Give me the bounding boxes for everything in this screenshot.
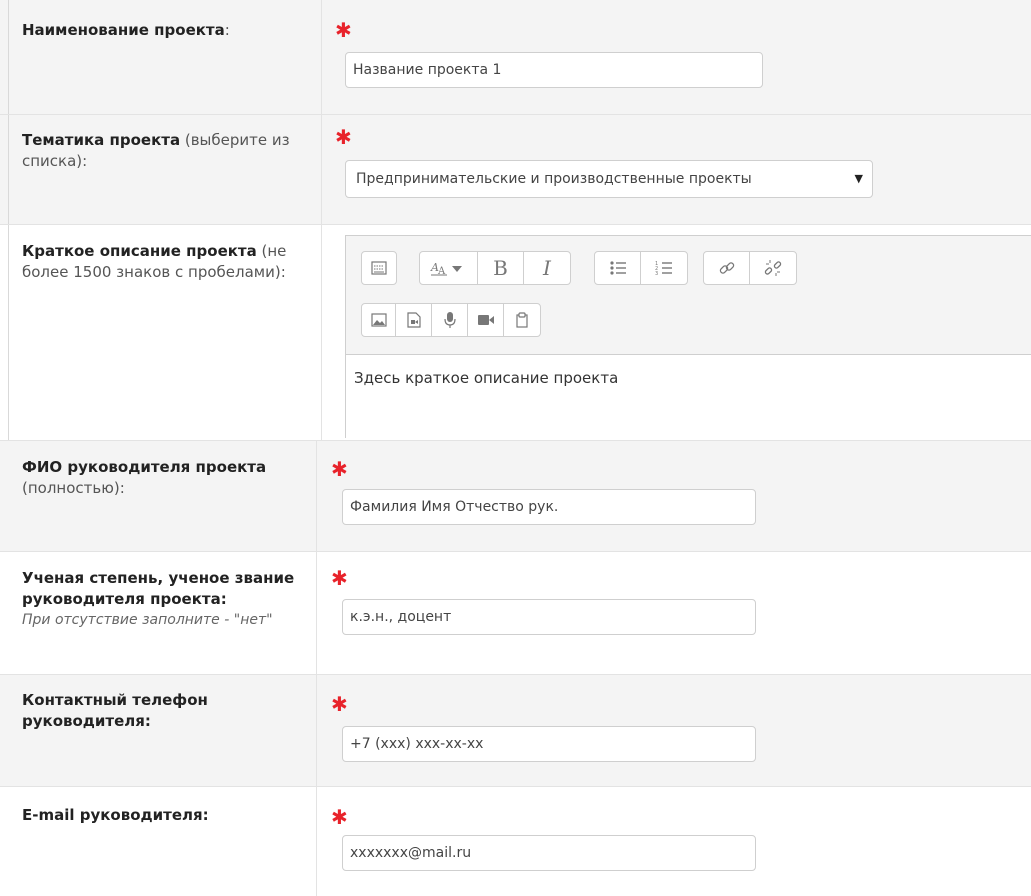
- required-icon: ✱: [335, 125, 352, 149]
- project-description-label-bold: Краткое описание проекта: [22, 242, 257, 260]
- project-topic-select[interactable]: Предпринимательские и производственные п…: [345, 160, 873, 198]
- project-topic-label-bold: Тематика проекта: [22, 131, 181, 149]
- project-name-input[interactable]: Название проекта 1: [345, 52, 763, 88]
- bold-icon: B: [493, 256, 508, 280]
- toolbar-group-links: [703, 251, 797, 285]
- toolbar-group-media: [361, 303, 541, 337]
- project-topic-label: Тематика проекта (выберите из списка):: [22, 130, 302, 172]
- link-icon[interactable]: [704, 252, 750, 284]
- required-icon: ✱: [331, 805, 348, 829]
- editor-content[interactable]: Здесь краткое описание проекта: [346, 355, 1031, 438]
- manager-phone-label-bold: Контактный телефон руководителя:: [22, 691, 208, 730]
- project-name-label: Наименование проекта:: [22, 20, 302, 41]
- manager-email-label-bold: E-mail руководителя:: [22, 806, 209, 824]
- row-manager-name: ФИО руководителя проекта (полностью): ✱ …: [0, 440, 1031, 552]
- toolbar-group-style: AA B I: [419, 251, 571, 285]
- row-manager-phone: Контактный телефон руководителя: ✱ +7 (x…: [0, 675, 1031, 787]
- editor-toolbar: AA B I 123: [346, 236, 1031, 355]
- svg-text:3: 3: [655, 271, 658, 276]
- column-divider: [321, 115, 322, 224]
- bold-button[interactable]: B: [478, 252, 524, 284]
- manager-name-label-rest: (полностью):: [22, 479, 125, 497]
- row-manager-email: E-mail руководителя: ✱ xxxxxxx@mail.ru: [0, 787, 1031, 896]
- italic-icon: I: [543, 256, 551, 280]
- description-editor: AA B I 123 Здесь краткое описание проект…: [345, 235, 1031, 438]
- row-project-topic: Тематика проекта (выберите из списка): ✱…: [0, 115, 1031, 225]
- manager-phone-input[interactable]: +7 (xxx) xxx-xx-xx: [342, 726, 756, 762]
- toolbar-group-more: [361, 251, 397, 285]
- microphone-icon[interactable]: [432, 304, 468, 336]
- toolbar-group-lists: 123: [594, 251, 688, 285]
- column-divider: [316, 675, 317, 786]
- required-icon: ✱: [331, 692, 348, 716]
- project-topic-selected: Предпринимательские и производственные п…: [356, 171, 752, 187]
- project-description-label: Краткое описание проекта (не более 1500 …: [22, 241, 312, 283]
- column-divider: [316, 441, 317, 551]
- left-border: [8, 225, 9, 440]
- left-border: [8, 0, 9, 114]
- manager-email-input[interactable]: xxxxxxx@mail.ru: [342, 835, 756, 871]
- files-icon[interactable]: [504, 304, 540, 336]
- row-manager-degree: Ученая степень, ученое звание руководите…: [0, 552, 1031, 675]
- manager-name-label-bold: ФИО руководителя проекта: [22, 458, 267, 476]
- dropdown-arrow-icon: ▼: [854, 172, 863, 185]
- column-divider: [321, 225, 322, 440]
- required-icon: ✱: [331, 457, 348, 481]
- manager-email-label: E-mail руководителя:: [22, 805, 302, 826]
- unlink-icon[interactable]: [750, 252, 796, 284]
- left-border: [8, 115, 9, 224]
- row-project-name: Наименование проекта: ✱ Название проекта…: [0, 0, 1031, 115]
- manager-name-label: ФИО руководителя проекта (полностью):: [22, 457, 302, 499]
- project-name-label-bold: Наименование проекта: [22, 21, 225, 39]
- manager-degree-label: Ученая степень, ученое звание руководите…: [22, 568, 312, 631]
- media-icon[interactable]: [396, 304, 432, 336]
- ordered-list-icon[interactable]: 123: [641, 252, 687, 284]
- video-icon[interactable]: [468, 304, 504, 336]
- manager-phone-label: Контактный телефон руководителя:: [22, 690, 292, 732]
- image-icon[interactable]: [362, 304, 396, 336]
- manager-name-input[interactable]: Фамилия Имя Отчество рук.: [342, 489, 756, 525]
- font-style-icon[interactable]: AA: [420, 252, 478, 284]
- required-icon: ✱: [331, 566, 348, 590]
- column-divider: [316, 787, 317, 896]
- column-divider: [321, 0, 322, 114]
- manager-degree-input[interactable]: к.э.н., доцент: [342, 599, 756, 635]
- more-buttons-icon[interactable]: [362, 252, 396, 284]
- unordered-list-icon[interactable]: [595, 252, 641, 284]
- column-divider: [316, 552, 317, 674]
- italic-button[interactable]: I: [524, 252, 570, 284]
- required-icon: ✱: [335, 18, 352, 42]
- project-name-label-rest: :: [224, 21, 230, 39]
- manager-degree-label-bold: Ученая степень, ученое звание руководите…: [22, 569, 295, 608]
- manager-degree-note: При отсутствие заполните - "нет": [22, 612, 273, 628]
